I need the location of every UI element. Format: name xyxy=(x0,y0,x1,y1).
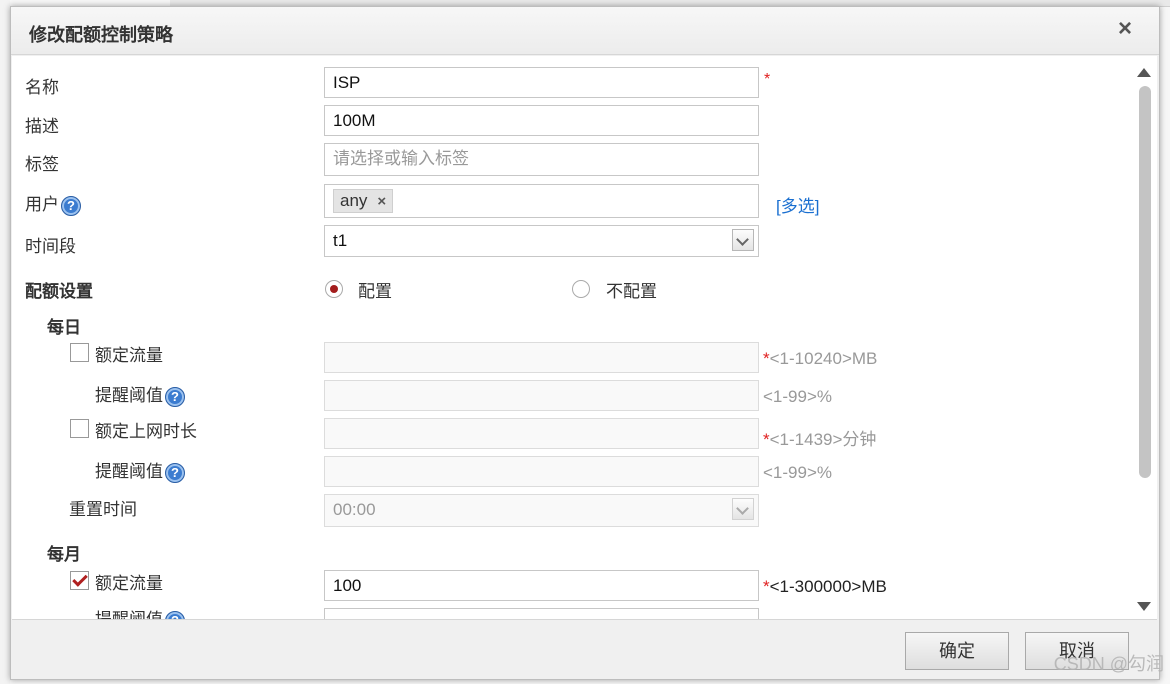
reset-time-label: 重置时间 xyxy=(69,500,137,519)
user-label-text: 用户 xyxy=(25,195,59,214)
time-period-select[interactable]: t1 xyxy=(324,225,759,257)
monthly-traffic-alert-label: 提醒阈值? xyxy=(95,605,185,620)
monthly-traffic-checkbox[interactable] xyxy=(70,571,89,590)
name-input[interactable]: ISP xyxy=(324,67,759,98)
background-sidebar xyxy=(0,0,10,684)
monthly-traffic-alert-input[interactable] xyxy=(324,608,759,619)
time-period-value: t1 xyxy=(333,231,348,250)
close-icon[interactable]: × xyxy=(1113,17,1137,41)
daily-online-time-checkbox[interactable] xyxy=(70,419,89,438)
user-input[interactable]: any × xyxy=(324,184,759,218)
daily-online-alert-input[interactable] xyxy=(324,456,759,487)
time-period-label: 时间段 xyxy=(25,237,76,256)
monthly-traffic-label: 额定流量 xyxy=(95,574,163,593)
monthly-traffic-range: <1-300000>MB xyxy=(769,577,887,596)
reset-time-select[interactable]: 00:00 xyxy=(324,494,759,527)
user-tag: any × xyxy=(333,189,394,213)
daily-online-time-input[interactable] xyxy=(324,418,759,449)
daily-traffic-hint: *<1-10240>MB xyxy=(763,349,877,369)
monthly-traffic-input[interactable]: 100 xyxy=(324,570,759,601)
watermark: CSDN @勾润 xyxy=(1053,654,1164,674)
daily-traffic-range: <1-10240>MB xyxy=(769,349,878,368)
dialog-body: 名称 ISP * 描述 100M 标签 请选择或输入标签 用户? any × [多… xyxy=(12,56,1157,620)
radio-not-configure[interactable] xyxy=(572,280,590,298)
scroll-thumb[interactable] xyxy=(1139,86,1151,478)
quota-policy-dialog: 修改配额控制策略 × 名称 ISP * 描述 100M 标签 请选择或输入标签 … xyxy=(10,6,1160,680)
name-label: 名称 xyxy=(25,78,59,97)
monthly-section-title: 每月 xyxy=(47,545,81,564)
daily-section-title: 每日 xyxy=(47,318,81,337)
quota-settings-label: 配额设置 xyxy=(25,282,93,301)
daily-traffic-alert-text: 提醒阈值 xyxy=(95,386,163,405)
user-tag-label: any xyxy=(340,191,368,210)
required-mark: * xyxy=(763,430,770,449)
daily-online-alert-text: 提醒阈值 xyxy=(95,462,163,481)
vertical-scrollbar[interactable] xyxy=(1129,56,1157,619)
required-mark: * xyxy=(763,349,770,368)
daily-traffic-input[interactable] xyxy=(324,342,759,373)
daily-traffic-checkbox[interactable] xyxy=(70,343,89,362)
daily-online-time-hint: *<1-1439>分钟 xyxy=(763,425,876,450)
chevron-down-icon[interactable] xyxy=(732,229,754,251)
required-mark: * xyxy=(764,71,771,88)
daily-traffic-alert-label: 提醒阈值? xyxy=(95,381,185,407)
daily-online-alert-hint: <1-99>% xyxy=(763,463,832,482)
help-icon[interactable]: ? xyxy=(165,462,185,483)
help-icon[interactable]: ? xyxy=(165,610,185,619)
radio-not-configure-label: 不配置 xyxy=(606,282,657,301)
dialog-title: 修改配额控制策略 xyxy=(29,25,173,45)
ok-button[interactable]: 确定 xyxy=(905,632,1009,670)
help-icon[interactable]: ? xyxy=(61,195,81,216)
tags-input[interactable]: 请选择或输入标签 xyxy=(324,143,759,176)
tag-remove-icon[interactable]: × xyxy=(377,191,386,213)
description-input[interactable]: 100M xyxy=(324,105,759,136)
help-icon[interactable]: ? xyxy=(165,386,185,407)
daily-traffic-label: 额定流量 xyxy=(95,346,163,365)
multi-select-link[interactable]: [多选] xyxy=(776,192,819,217)
required-mark: * xyxy=(763,577,770,596)
chevron-down-icon[interactable] xyxy=(732,498,754,520)
daily-traffic-alert-input[interactable] xyxy=(324,380,759,411)
daily-online-alert-label: 提醒阈值? xyxy=(95,457,185,483)
user-label: 用户? xyxy=(25,190,81,216)
tags-label: 标签 xyxy=(25,155,59,174)
dialog-titlebar: 修改配额控制策略 × xyxy=(11,7,1159,55)
reset-time-value: 00:00 xyxy=(333,500,376,519)
scroll-up-icon[interactable] xyxy=(1137,68,1151,77)
monthly-traffic-alert-text: 提醒阈值 xyxy=(95,610,163,620)
scroll-down-icon[interactable] xyxy=(1137,602,1151,611)
daily-online-time-range: <1-1439>分钟 xyxy=(769,430,877,449)
daily-traffic-alert-hint: <1-99>% xyxy=(763,387,832,406)
description-label: 描述 xyxy=(25,117,59,136)
radio-configure[interactable] xyxy=(325,280,343,298)
daily-online-time-label: 额定上网时长 xyxy=(95,422,197,441)
radio-configure-label: 配置 xyxy=(358,282,392,301)
monthly-traffic-hint: *<1-300000>MB xyxy=(763,577,887,597)
